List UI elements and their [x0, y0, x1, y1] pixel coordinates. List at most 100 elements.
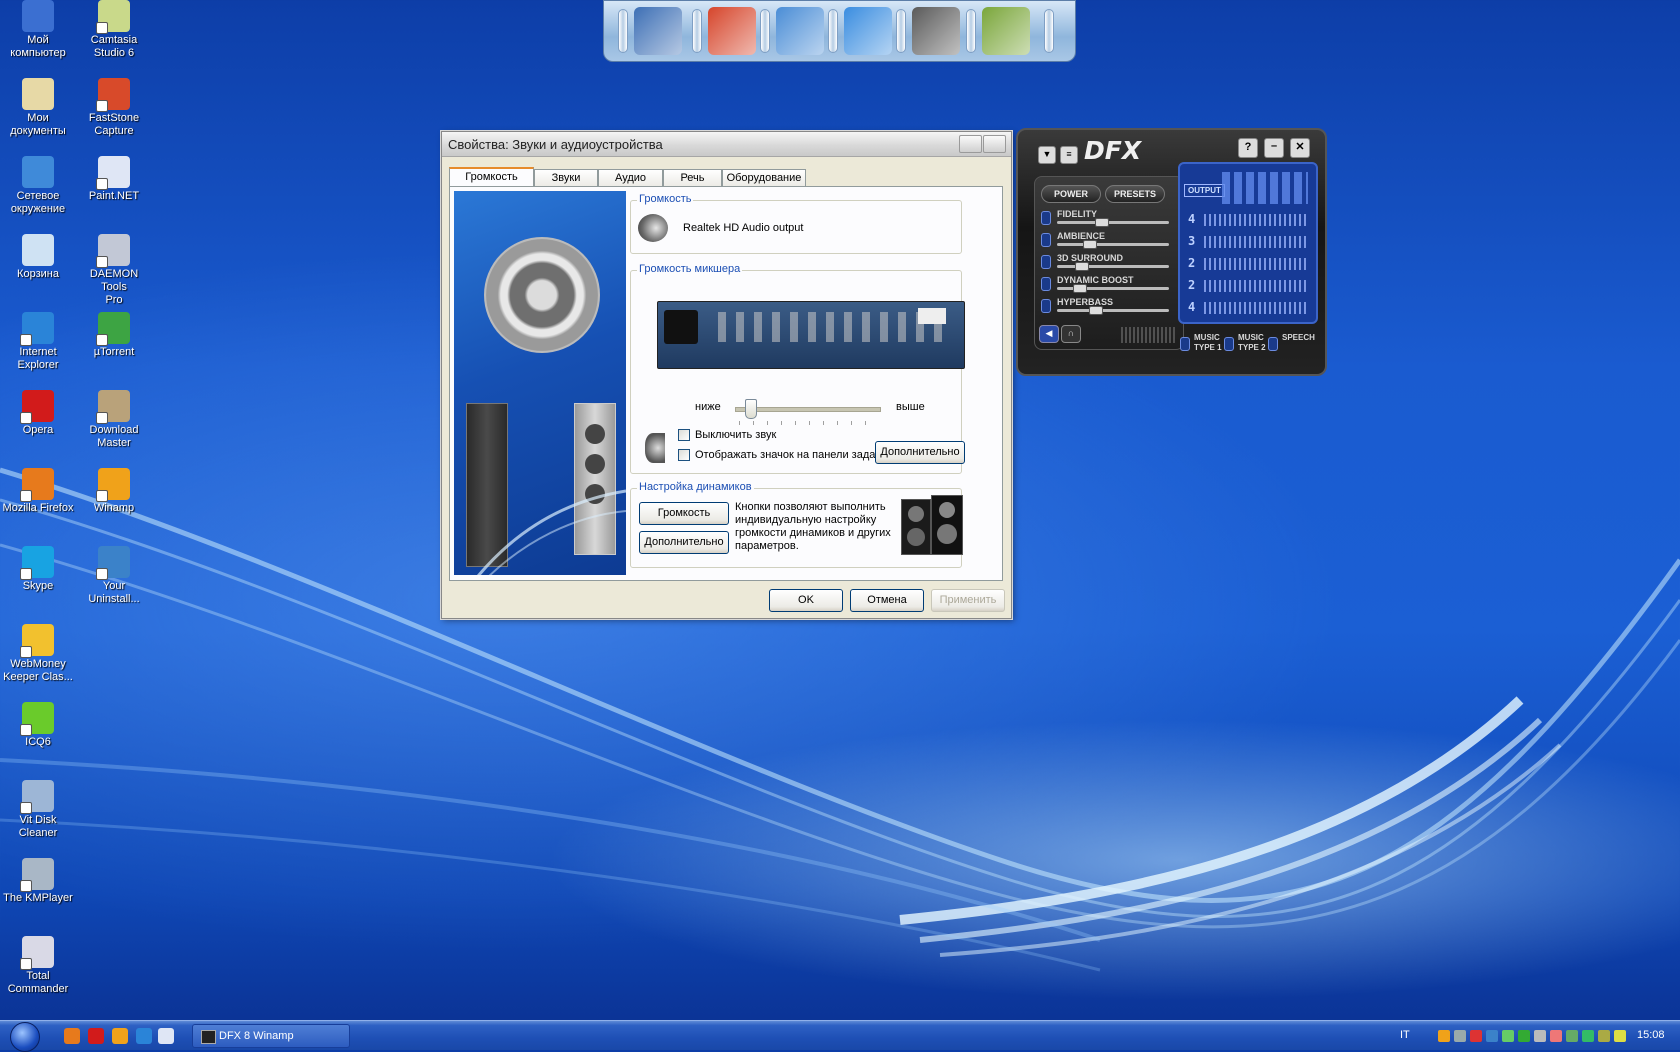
- dock-filezilla-icon[interactable]: [708, 7, 756, 55]
- desktop-icon[interactable]: Корзина: [0, 234, 76, 281]
- desktop-icon[interactable]: Mozilla Firefox: [0, 468, 76, 515]
- dfx-slider-led[interactable]: [1041, 255, 1051, 269]
- dock-dreamweaver-icon[interactable]: [982, 7, 1030, 55]
- quicklaunch-firefox-icon[interactable]: [64, 1028, 80, 1044]
- dfx-slider-knob[interactable]: [1083, 240, 1097, 249]
- desktop-icon[interactable]: Opera: [0, 390, 76, 437]
- desktop-icon[interactable]: Сетевое окружение: [0, 156, 76, 216]
- desktop-icon[interactable]: WebMoney Keeper Clas...: [0, 624, 76, 684]
- help-button[interactable]: [959, 135, 982, 153]
- dfx-slider-track[interactable]: [1057, 309, 1169, 312]
- faststone-icon: [96, 78, 130, 112]
- dfx-presets-button[interactable]: PRESETS: [1105, 185, 1165, 203]
- mixer-advanced-button[interactable]: Дополнительно: [875, 441, 965, 464]
- dfx-level-value: 4: [1188, 300, 1196, 314]
- desktop-icon-label: Opera: [22, 424, 54, 436]
- dfx-power-button[interactable]: POWER: [1041, 185, 1101, 203]
- dfx-minimize-icon[interactable]: –: [1264, 138, 1284, 158]
- desktop-icon[interactable]: Total Commander: [0, 936, 76, 996]
- quicklaunch-opera-icon[interactable]: [88, 1028, 104, 1044]
- desktop-icon[interactable]: Internet Explorer: [0, 312, 76, 372]
- dock-upload-arrow-icon[interactable]: [844, 7, 892, 55]
- tray-icon[interactable]: [1470, 1030, 1482, 1042]
- close-button[interactable]: [983, 135, 1006, 153]
- quicklaunch-ie-icon[interactable]: [136, 1028, 152, 1044]
- mute-checkbox[interactable]: [678, 429, 690, 441]
- tray-icon[interactable]: [1614, 1030, 1626, 1042]
- dfx-slider-led[interactable]: [1041, 233, 1051, 247]
- speakers-advanced-button[interactable]: Дополнительно: [639, 531, 729, 554]
- desktop-icon[interactable]: The KMPlayer: [0, 858, 76, 905]
- tray-icon[interactable]: [1550, 1030, 1562, 1042]
- language-indicator[interactable]: IT: [1400, 1029, 1410, 1041]
- dfx-slider-knob[interactable]: [1095, 218, 1109, 227]
- speakers-volume-button[interactable]: Громкость: [639, 502, 729, 525]
- tray-icon[interactable]: [1566, 1030, 1578, 1042]
- dfx-slider-track[interactable]: [1057, 221, 1169, 224]
- dfx-slider-led[interactable]: [1041, 299, 1051, 313]
- speaker-volume-icon: [645, 433, 665, 463]
- dialog-titlebar[interactable]: Свойства: Звуки и аудиоустройства: [442, 132, 1011, 157]
- desktop-icon-label: µTorrent: [93, 346, 135, 358]
- tray-icon[interactable]: [1486, 1030, 1498, 1042]
- desktop-icon[interactable]: Мои документы: [0, 78, 76, 138]
- dock-globe-icon[interactable]: [776, 7, 824, 55]
- tray-icon[interactable]: [1582, 1030, 1594, 1042]
- tray-icon[interactable]: [1534, 1030, 1546, 1042]
- desktop-icon[interactable]: Winamp: [76, 468, 152, 515]
- desktop-icon[interactable]: DAEMON Tools Pro: [76, 234, 152, 307]
- desktop-icon[interactable]: Мой компьютер: [0, 0, 76, 60]
- tray-icon[interactable]: [1438, 1030, 1450, 1042]
- tab-hardware[interactable]: Оборудование: [722, 169, 806, 186]
- dfx-mode-led[interactable]: [1224, 337, 1234, 351]
- tab-audio[interactable]: Аудио: [598, 169, 663, 186]
- sound-properties-dialog: Свойства: Звуки и аудиоустройства Громко…: [441, 131, 1012, 619]
- dfx-slider-led[interactable]: [1041, 277, 1051, 291]
- dfx-slider-knob[interactable]: [1073, 284, 1087, 293]
- tray-icon[interactable]: [1454, 1030, 1466, 1042]
- dfx-mode-led[interactable]: [1268, 337, 1278, 351]
- show-tray-icon-checkbox[interactable]: [678, 449, 690, 461]
- dock-photoshop-icon[interactable]: [912, 7, 960, 55]
- tray-icon[interactable]: [1518, 1030, 1530, 1042]
- dfx-help-icon[interactable]: ?: [1238, 138, 1258, 158]
- tab-volume[interactable]: Громкость: [449, 167, 534, 187]
- dfx-speaker-icon[interactable]: ◀: [1039, 325, 1059, 343]
- quicklaunch-show-desktop-icon[interactable]: [158, 1028, 174, 1044]
- clock[interactable]: 15:08: [1637, 1029, 1665, 1041]
- desktop-icon-label: Download Master: [89, 424, 139, 449]
- dfx-menu-arrow-icon[interactable]: ▼: [1038, 146, 1056, 164]
- dfx-slider-track[interactable]: [1057, 243, 1169, 246]
- ok-button[interactable]: OK: [769, 589, 843, 612]
- volume-slider-thumb[interactable]: [745, 399, 757, 419]
- tab-sounds[interactable]: Звуки: [534, 169, 598, 186]
- start-button[interactable]: [10, 1022, 40, 1052]
- dfx-list-icon[interactable]: ≡: [1060, 146, 1078, 164]
- cancel-button[interactable]: Отмена: [850, 589, 924, 612]
- dfx-close-icon[interactable]: ✕: [1290, 138, 1310, 158]
- tray-icon[interactable]: [1598, 1030, 1610, 1042]
- dfx-slider-track[interactable]: [1057, 265, 1169, 268]
- tab-speech[interactable]: Речь: [663, 169, 722, 186]
- taskbar-item-dfx[interactable]: DFX 8 Winamp: [192, 1024, 350, 1048]
- desktop-icon[interactable]: Camtasia Studio 6: [76, 0, 152, 60]
- quicklaunch-winamp-icon[interactable]: [112, 1028, 128, 1044]
- desktop-icon[interactable]: µTorrent: [76, 312, 152, 359]
- network-icon: [22, 156, 54, 188]
- desktop-icon[interactable]: FastStone Capture: [76, 78, 152, 138]
- dfx-mode-led[interactable]: [1180, 337, 1190, 351]
- desktop-icon[interactable]: Download Master: [76, 390, 152, 450]
- desktop-icon[interactable]: Vit Disk Cleaner: [0, 780, 76, 840]
- desktop-icon[interactable]: Paint.NET: [76, 156, 152, 203]
- dfx-headphones-icon[interactable]: ∩: [1061, 325, 1081, 343]
- apply-button[interactable]: Применить: [931, 589, 1005, 612]
- desktop-icon[interactable]: Skype: [0, 546, 76, 593]
- dfx-slider-knob[interactable]: [1075, 262, 1089, 271]
- desktop-icon[interactable]: ICQ6: [0, 702, 76, 749]
- desktop-icon[interactable]: Your Uninstall...: [76, 546, 152, 606]
- dfx-slider-led[interactable]: [1041, 211, 1051, 225]
- top-dock: [603, 0, 1076, 62]
- dock-computer-icon[interactable]: [634, 7, 682, 55]
- tray-icon[interactable]: [1502, 1030, 1514, 1042]
- dfx-slider-knob[interactable]: [1089, 306, 1103, 315]
